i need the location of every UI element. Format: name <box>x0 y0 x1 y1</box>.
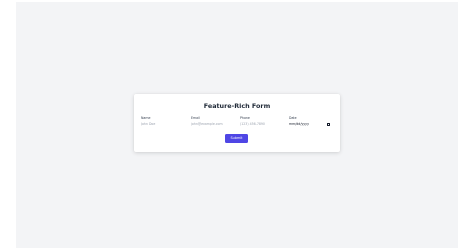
page-viewport: Feature-Rich Form Name John Doe Email jo… <box>16 2 458 248</box>
name-input[interactable]: John Doe <box>141 121 185 128</box>
name-field: Name John Doe <box>141 116 187 128</box>
form-card: Feature-Rich Form Name John Doe Email jo… <box>134 94 340 152</box>
phone-label: Phone <box>240 116 250 120</box>
phone-field: Phone (123) 456-7890 <box>240 116 286 128</box>
form-title: Feature-Rich Form <box>203 102 271 110</box>
email-field: Email john@example.com <box>191 116 237 128</box>
date-input[interactable]: mm/dd/yyyy <box>289 121 333 128</box>
calendar-icon[interactable] <box>327 123 330 126</box>
submit-button[interactable]: Submit <box>225 134 248 143</box>
date-label: Date <box>289 116 297 120</box>
email-input[interactable]: john@example.com <box>191 121 235 128</box>
date-input-value: mm/dd/yyyy <box>289 122 309 126</box>
name-label: Name <box>141 116 151 120</box>
email-label: Email <box>191 116 200 120</box>
date-field: Date mm/dd/yyyy <box>289 116 335 128</box>
phone-input[interactable]: (123) 456-7890 <box>240 121 284 128</box>
